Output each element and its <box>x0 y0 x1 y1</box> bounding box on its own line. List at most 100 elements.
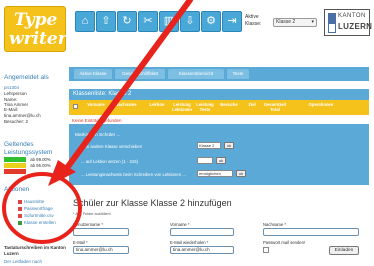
pdf-icon <box>18 206 22 211</box>
legend-swatch-yellow <box>4 163 26 168</box>
refresh-icon: ↻ <box>122 15 132 27</box>
action-link-klasse-erstellen[interactable]: Klasse erstellen <box>18 220 56 225</box>
set-lesson-input[interactable] <box>197 157 213 164</box>
move-class-label: ... in andere Klasse verschieben <box>81 144 143 149</box>
logout-icon: ⇥ <box>227 15 237 27</box>
legend-row-yellow: ab 95.00% <box>4 163 51 168</box>
email-repeat-label: E-Mail wiederholen * <box>170 240 209 245</box>
nav-download-button[interactable]: ⇩ <box>180 11 200 32</box>
contact-link[interactable]: Der Leitfaden nach <box>4 259 42 264</box>
action-link-csv[interactable]: Sofortmitte.csv <box>18 213 54 218</box>
performance-proof-select-value: ermöglichen <box>199 171 221 176</box>
grading-heading: Geltendes Leistungssystem <box>4 141 53 156</box>
email-value: tina.ammer@lu.ch <box>4 113 41 118</box>
move-class-select[interactable]: Klasse 2 <box>197 142 221 149</box>
column-header-leistung-tests[interactable]: Leistung Tests <box>195 102 215 112</box>
username-label: Benutzername * <box>73 222 104 227</box>
empty-table-message: Keine Einträge gefunden <box>72 118 122 123</box>
action-label: Passwortfrage <box>24 206 53 211</box>
user-role: Lehrperson <box>4 91 27 96</box>
class-list-title: Klassenliste: Klasse 2 <box>69 89 369 100</box>
pdf-icon <box>18 213 22 218</box>
column-header-nachname[interactable]: Nachname <box>111 102 141 107</box>
upload-icon: ⇧ <box>101 15 111 27</box>
nav-logout-button[interactable]: ⇥ <box>222 11 242 32</box>
tools-icon: ✂ <box>143 15 153 27</box>
firstname-input[interactable] <box>170 228 234 236</box>
column-header-leistung-lektionen[interactable]: Leistung Lektionen <box>171 102 193 112</box>
tab-texte[interactable]: Texte <box>227 69 249 79</box>
email-label: E-Mail * <box>73 240 88 245</box>
pdf-icon <box>18 199 22 204</box>
action-label: Sofortmitte.csv <box>24 213 54 218</box>
logo-text-line2: writer <box>9 29 67 49</box>
home-icon: ⌂ <box>81 15 89 27</box>
active-class-select[interactable]: Klasse 2 ▾ <box>273 18 317 27</box>
legend-row-red <box>4 169 26 174</box>
performance-proof-ok-button[interactable]: ok <box>236 170 246 177</box>
coat-of-arms-lower <box>328 23 336 33</box>
email-repeat-input[interactable]: tina.ammer@lu.ch <box>170 246 234 254</box>
select-all-checkbox[interactable] <box>73 104 78 109</box>
lastname-label: Nachname * <box>263 222 287 227</box>
column-header-lektion[interactable]: Lektion <box>145 102 169 107</box>
action-link-passwort[interactable]: Passwortfrage <box>18 206 53 211</box>
performance-proof-label: ... Leistungsnachweis beim Schreiben von… <box>81 172 186 177</box>
class-list-header: Vorname Nachname Lektion Leistung Lektio… <box>69 100 369 115</box>
kanton-luzern-logo: KANTON LUZERN <box>324 9 373 36</box>
legend-swatch-green <box>4 157 26 162</box>
move-class-ok-button[interactable]: ok <box>224 142 234 149</box>
kanton-text: KANTON <box>338 13 366 19</box>
lastname-input[interactable] <box>263 228 359 236</box>
action-link-hausmitte[interactable]: Hausmitte <box>18 199 44 204</box>
performance-proof-select[interactable]: ermöglichen <box>197 170 233 177</box>
nav-stats-button[interactable]: ▥ <box>159 11 179 32</box>
email-label: E-Mail: <box>4 107 19 112</box>
contact-heading: Tastaturschreiben im Kanton Luzern <box>4 245 66 256</box>
nav-home-button[interactable]: ⌂ <box>75 11 95 32</box>
column-header-ziel[interactable]: Ziel <box>244 102 260 107</box>
move-class-select-value: Klasse 2 <box>199 143 215 148</box>
invite-button[interactable]: Einladen <box>329 246 359 255</box>
nav-settings-button[interactable]: ⚙ <box>201 11 221 32</box>
typewriter-logo[interactable]: Type writer <box>4 6 67 52</box>
username-input[interactable] <box>73 228 129 236</box>
password-mail-checkbox[interactable] <box>263 247 269 253</box>
column-header-gesamtzeit[interactable]: Gesamtzeit Total <box>262 102 288 112</box>
active-class-value: Klasse 2 <box>276 19 296 25</box>
column-header-besuche[interactable]: Besuche <box>217 102 241 107</box>
active-class-label: Aktive Klasse: <box>245 14 262 27</box>
settings-icon: ⚙ <box>206 15 216 27</box>
tab-klassenuebersicht[interactable]: Klassenübersicht <box>168 69 224 79</box>
nav-tools-button[interactable]: ✂ <box>138 11 158 32</box>
coat-of-arms-icon <box>328 13 336 23</box>
visitors-count: Besucher: 2 <box>4 119 29 124</box>
action-label: Klasse erstellen <box>24 220 56 225</box>
firstname-label: Vorname * <box>170 222 190 227</box>
email-input[interactable]: tina.ammer@lu.ch <box>73 246 129 254</box>
set-lesson-label: ... auf Lektion setzen (1 - 315) <box>81 159 139 164</box>
email-repeat-input-value: tina.ammer@lu.ch <box>173 247 210 252</box>
legend-label-green: ab 99.00% <box>30 157 51 162</box>
tab-aktive-klasse[interactable]: Aktive Klasse <box>74 69 112 79</box>
nav-refresh-button[interactable]: ↻ <box>117 11 137 32</box>
bar-chart-icon: ▥ <box>163 15 175 27</box>
bulk-actions-title: Markierten Schüler ... <box>75 133 121 138</box>
actions-heading: Aktionen <box>4 186 30 193</box>
tab-gesamtschliffblatt[interactable]: Gesamtschliffblatt <box>115 69 165 79</box>
column-header-vorname[interactable]: Vorname <box>83 102 109 107</box>
email-input-value: tina.ammer@lu.ch <box>76 247 113 252</box>
luzern-text: LUZERN <box>338 22 373 31</box>
nav-upload-button[interactable]: ⇧ <box>96 11 116 32</box>
column-header-operationen: Operationen <box>308 102 334 107</box>
tab-bar: Aktive Klasse Gesamtschliffblatt Klassen… <box>69 67 369 81</box>
legend-label-yellow: ab 95.00% <box>30 163 51 168</box>
add-student-title: Schüler zur Klasse Klasse 2 hinzufügen <box>73 198 232 208</box>
bulk-actions-panel: Markierten Schüler ... ... in andere Kla… <box>69 124 369 185</box>
chevron-down-icon: ▾ <box>311 19 314 25</box>
user-id[interactable]: pn1304 <box>4 85 19 90</box>
action-label: Hausmitte <box>24 199 45 204</box>
set-lesson-ok-button[interactable]: ok <box>216 157 226 164</box>
download-icon: ⇩ <box>185 15 195 27</box>
required-fields-note: * Alle Felder ausfüllen! <box>73 212 111 216</box>
